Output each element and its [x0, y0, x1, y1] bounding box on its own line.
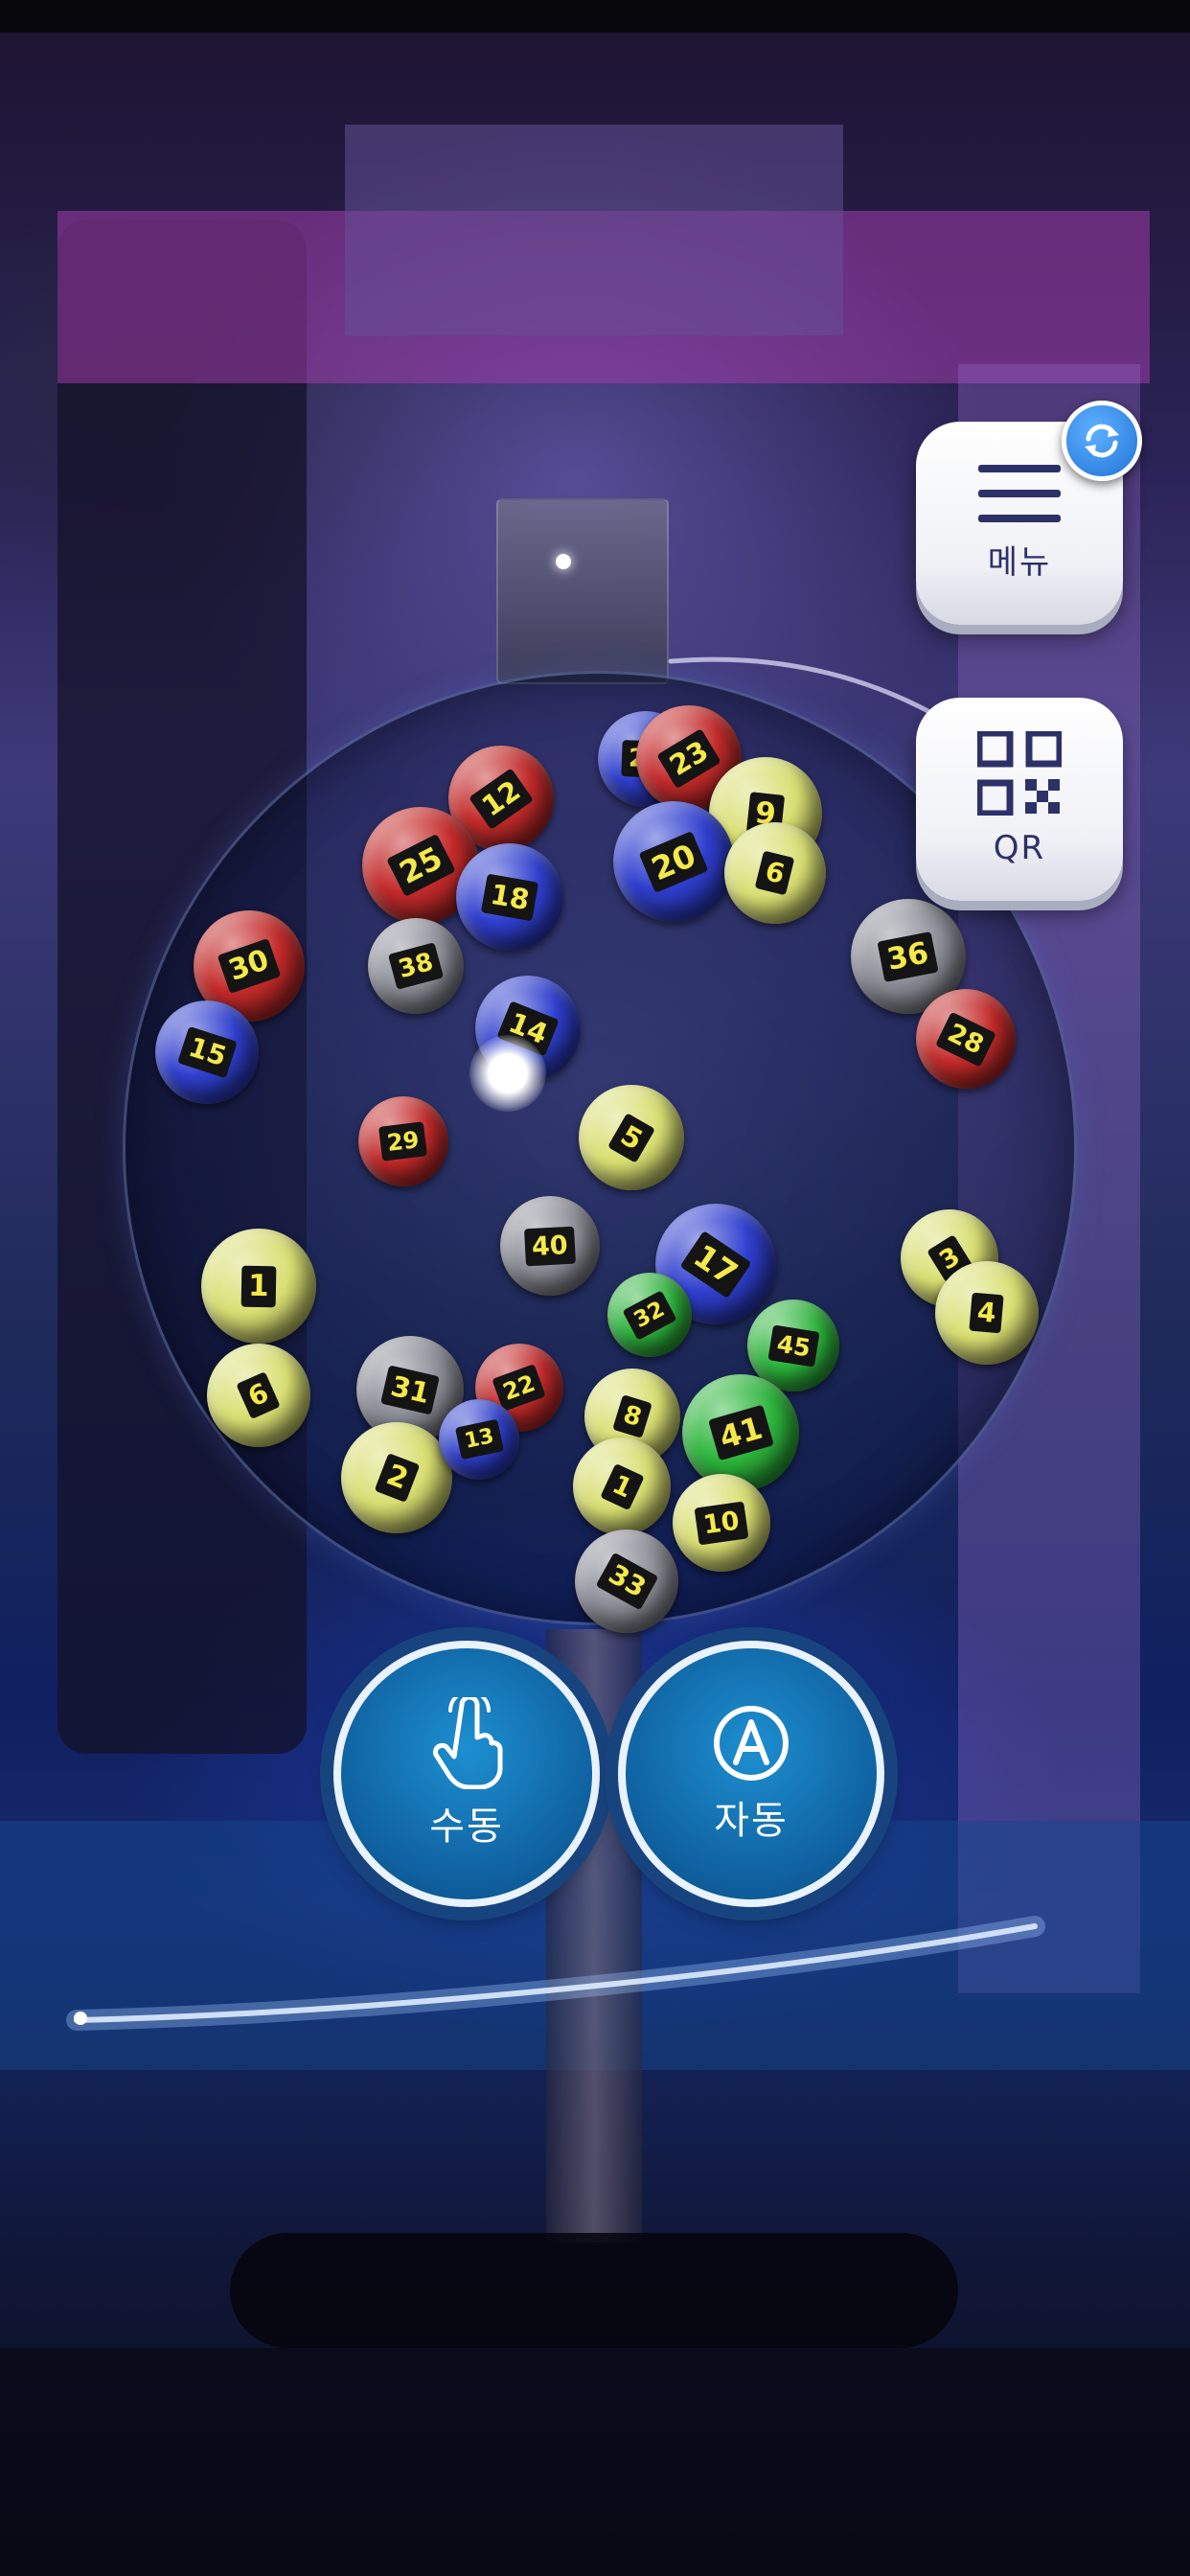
- qr-button-label: QR: [993, 829, 1046, 867]
- background-dark-bottom: [0, 2348, 1190, 2576]
- lottery-ball: 5: [579, 1085, 684, 1190]
- ball-number: 8: [612, 1394, 652, 1438]
- ball-number: 1: [240, 1265, 277, 1307]
- ball-number: 40: [524, 1226, 576, 1266]
- lottery-ball: 6: [724, 822, 826, 924]
- ball-number: 20: [638, 830, 709, 893]
- lottery-ball: 18: [456, 843, 563, 951]
- lottery-ball: 1: [201, 1229, 316, 1344]
- manual-button-label: 수동: [429, 1805, 504, 1849]
- ball-number: 32: [622, 1289, 677, 1341]
- lottery-ball: 38: [368, 918, 464, 1014]
- machine-base: [230, 2233, 958, 2348]
- qr-button[interactable]: QR: [916, 698, 1123, 901]
- ball-number: 13: [454, 1418, 504, 1460]
- side-button-group: 메뉴 QR: [916, 422, 1123, 974]
- lottery-ball: 10: [673, 1474, 770, 1572]
- lottery-ball: 28: [916, 989, 1016, 1089]
- lottery-ball: 15: [155, 1000, 259, 1104]
- auto-button[interactable]: 자동: [618, 1641, 884, 1907]
- lottery-ball: 4: [935, 1261, 1039, 1365]
- lottery-ball: 33: [575, 1530, 678, 1633]
- ball-number: 38: [387, 942, 445, 990]
- refresh-arrows-icon[interactable]: [1062, 401, 1142, 481]
- ball-number: 6: [236, 1370, 282, 1420]
- background-glow-top: [345, 125, 843, 335]
- ball-number: 41: [707, 1404, 774, 1461]
- manual-button[interactable]: 수동: [333, 1641, 600, 1907]
- ball-number: 25: [385, 834, 456, 897]
- ball-number: 10: [694, 1501, 749, 1545]
- lottery-ball: 32: [607, 1273, 692, 1357]
- lottery-ball: 6: [207, 1344, 310, 1447]
- lottery-ball: 2: [341, 1422, 452, 1533]
- status-bar: [0, 0, 1190, 33]
- ball-number: 28: [935, 1011, 996, 1067]
- hopper-light: [556, 554, 571, 569]
- ball-number: 2: [374, 1453, 420, 1503]
- ball-number: 4: [969, 1292, 1005, 1334]
- ball-number: 17: [679, 1230, 752, 1299]
- lottery-ball: 40: [500, 1196, 600, 1296]
- ball-number: 30: [217, 938, 282, 994]
- ball-number: 33: [595, 1552, 658, 1611]
- lottery-ball: 13: [439, 1399, 519, 1480]
- hamburger-menu-icon: [978, 464, 1061, 522]
- lottery-ball: 20: [613, 801, 734, 922]
- background-panel-top: [57, 211, 1150, 383]
- ball-number: 23: [656, 727, 721, 789]
- ball-number: 31: [379, 1364, 441, 1415]
- ball-number: 6: [754, 850, 796, 896]
- ball-hopper: [496, 498, 669, 684]
- ball-number: 5: [606, 1112, 656, 1163]
- touch-hand-icon: [433, 1697, 503, 1789]
- ball-number: 29: [378, 1121, 428, 1162]
- letter-a-circle-icon: [714, 1706, 789, 1781]
- menu-button-label: 메뉴: [987, 542, 1052, 582]
- ball-number: 15: [176, 1025, 238, 1079]
- lottery-ball: 41: [682, 1374, 799, 1491]
- ball-number: 12: [468, 767, 535, 830]
- ball-number: 1: [599, 1462, 645, 1510]
- lottery-ball: 29: [358, 1096, 448, 1186]
- auto-button-label: 자동: [714, 1799, 789, 1843]
- ball-number: 45: [767, 1323, 819, 1368]
- ball-number: 18: [480, 873, 539, 921]
- lottery-draw-screen: 1221239251820630153814362829540171343245…: [0, 0, 1190, 2576]
- lottery-ball: 1: [573, 1438, 671, 1535]
- qr-code-icon: [977, 731, 1062, 816]
- drum-glow: [469, 1035, 546, 1112]
